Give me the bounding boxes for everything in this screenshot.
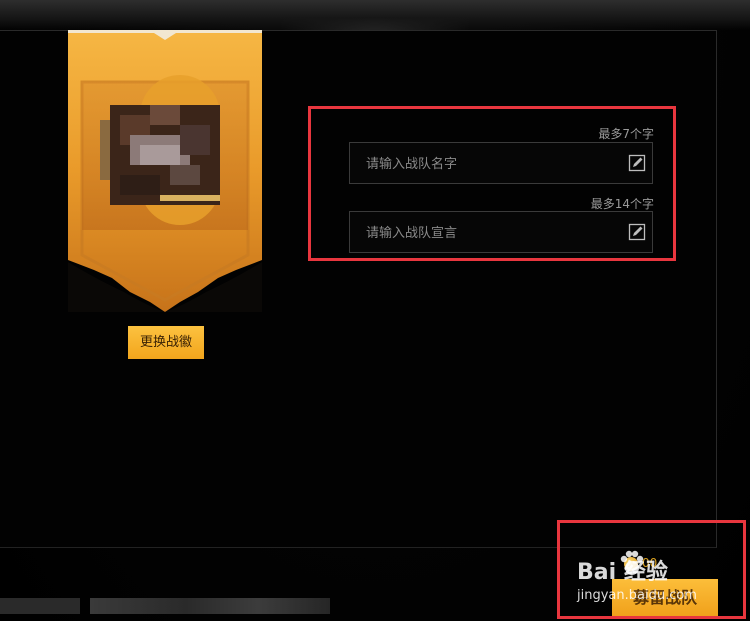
create-team-screen: 更换战徽 最多7个字 最多14个字 00 募留战队 Bai 经验 jing [0, 0, 750, 621]
change-emblem-button[interactable]: 更换战徽 [128, 326, 204, 359]
emblem-image [100, 75, 240, 230]
annotation-box-form [308, 106, 676, 261]
top-haze [0, 0, 750, 30]
blurred-status [90, 598, 330, 614]
blurred-status [0, 598, 80, 614]
annotation-box-button [557, 520, 746, 619]
